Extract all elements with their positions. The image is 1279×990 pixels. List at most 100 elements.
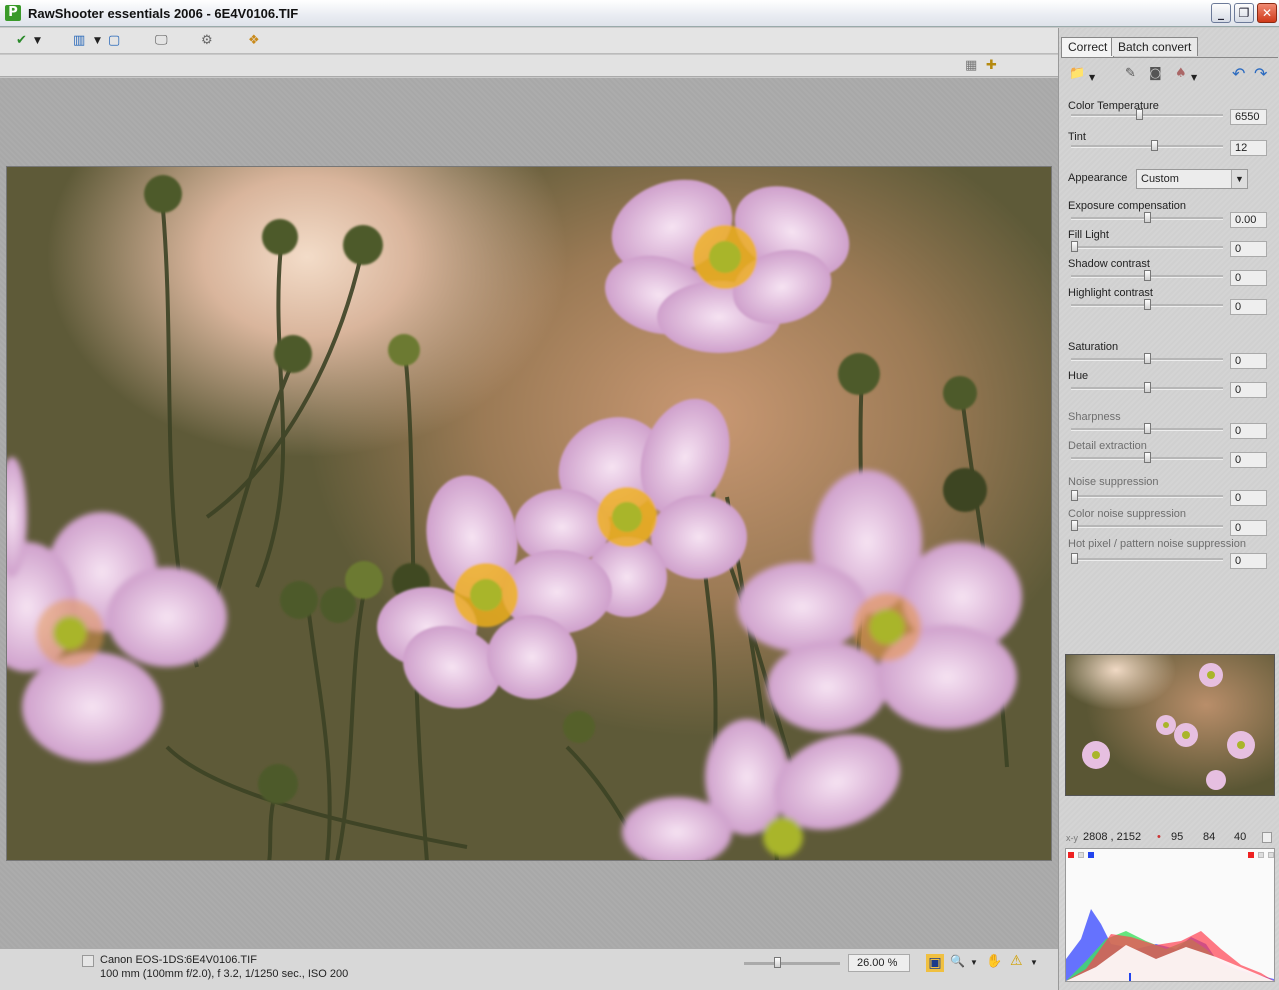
sub-toolbar: ▦ ✚ [0,55,1058,77]
layout-icon[interactable]: ▥ [73,32,85,50]
hand-icon[interactable]: ✋ [986,954,1002,969]
color-noise-label: Color noise suppression [1068,508,1187,520]
color-noise-slider[interactable] [1071,520,1223,531]
thumbnail-svg [1082,663,1255,790]
saturation-slider-thumb[interactable] [1143,353,1151,364]
flower-left-blur [7,457,227,762]
main-toolbar: ✔ ▼ ▥ ▼ ▢ 🖵 ⚙ ❖ [0,28,1058,54]
trash-icon[interactable]: ▦ [965,57,977,75]
redo-icon[interactable]: ↷ [1254,65,1267,83]
tint-value[interactable]: 12 [1230,140,1267,156]
shadow-contrast-slider[interactable] [1071,270,1223,281]
appearance-dropdown[interactable]: Custom ▼ [1136,169,1248,189]
fill-light-value[interactable]: 0 [1230,241,1267,257]
exposure-slider[interactable] [1071,212,1223,223]
chevron-down-icon[interactable]: ▼ [1030,958,1038,967]
shadow-contrast-value[interactable]: 0 [1230,270,1267,286]
color-temperature-value[interactable]: 6550 [1230,109,1267,125]
sharpness-slider[interactable] [1071,423,1223,434]
exposure-info: 100 mm (100mm f/2.0), f 3.2, 1/1250 sec.… [100,968,349,980]
chevron-down-icon[interactable]: ▼ [34,32,41,50]
chevron-down-icon[interactable]: ▼ [1089,69,1095,87]
zoom-field[interactable]: 26.00 % [848,954,910,972]
title-bar: P RawShooter essentials 2006 - 6E4V0106.… [0,0,1279,27]
zoom-icon[interactable]: 🔍 [950,954,965,968]
monitor-icon[interactable]: 🖵 [155,32,168,50]
close-button[interactable]: ✕ [1257,3,1277,23]
hue-value[interactable]: 0 [1230,382,1267,398]
photo-svg [7,175,1022,860]
zoom-slider-thumb[interactable] [774,957,781,968]
exposure-slider-thumb[interactable] [1143,212,1151,223]
file-checkbox[interactable] [82,955,94,967]
gears-icon[interactable]: ⚙ [201,32,213,50]
tint-slider[interactable] [1071,140,1223,151]
folder-icon[interactable]: 📁 [1069,65,1085,83]
tint-slider-thumb[interactable] [1150,140,1158,151]
saturation-label: Saturation [1068,341,1119,353]
dropper-icon: • [1157,831,1161,843]
saturation-value[interactable]: 0 [1230,353,1267,369]
chevron-down-icon[interactable]: ▼ [94,32,101,50]
status-bar: Canon EOS-1DS: 6E4V0106.TIF 100 mm (100m… [0,948,1058,990]
histogram [1065,848,1275,982]
single-view-icon[interactable]: ▢ [108,32,120,50]
color-noise-value[interactable]: 0 [1230,520,1267,536]
detail-extraction-label: Detail extraction [1068,440,1147,452]
shadow-contrast-slider-thumb[interactable] [1143,270,1151,281]
hot-pixel-slider[interactable] [1071,553,1223,564]
add-icon[interactable]: ✚ [986,57,997,75]
noise-suppression-slider[interactable] [1071,490,1223,501]
detail-extraction-slider-thumb[interactable] [1143,452,1151,463]
tab-correct[interactable]: Correct [1061,37,1115,57]
xy-label: x-y [1066,833,1078,843]
flower-top [604,179,850,353]
tab-batch-convert[interactable]: Batch convert [1111,37,1199,56]
green-value: 84 [1203,831,1216,843]
highlight-contrast-slider[interactable] [1071,299,1223,310]
camera-model: Canon EOS-1DS: [100,954,187,966]
fill-light-slider-thumb[interactable] [1071,241,1078,252]
highlight-contrast-value[interactable]: 0 [1230,299,1267,315]
exposure-value[interactable]: 0.00 [1230,212,1267,228]
hue-slider[interactable] [1071,382,1223,393]
photo[interactable] [6,166,1052,861]
fit-icon[interactable]: ▣ [926,954,944,972]
color-temperature-slider-thumb[interactable] [1136,109,1144,120]
appearance-value: Custom [1141,173,1179,185]
color-noise-slider-thumb[interactable] [1071,520,1078,531]
noise-suppression-label: Noise suppression [1068,476,1159,488]
chevron-down-icon[interactable]: ▼ [970,958,978,967]
fill-light-slider[interactable] [1071,241,1223,252]
hot-pixel-label: Hot pixel / pattern noise suppression [1068,538,1246,550]
highlight-contrast-slider-thumb[interactable] [1143,299,1151,310]
exposure-label: Exposure compensation [1068,200,1187,212]
histogram-plot [1066,909,1274,981]
navigator-thumbnail[interactable] [1065,654,1275,796]
maximize-button[interactable]: ❐ [1234,3,1254,23]
eyedropper-icon[interactable]: ✎ [1125,65,1136,83]
file-name: 6E4V0106.TIF [186,954,257,966]
chevron-down-icon[interactable]: ▼ [1191,69,1197,87]
noise-suppression-slider-thumb[interactable] [1071,490,1078,501]
chevron-down-icon[interactable]: ▼ [1231,170,1247,188]
check-icon[interactable]: ✔ [16,32,27,50]
sharpness-slider-thumb[interactable] [1143,423,1151,434]
sharpness-value[interactable]: 0 [1230,423,1267,439]
readout-checkbox[interactable] [1262,832,1272,843]
color-temperature-slider[interactable] [1071,109,1223,120]
hot-pixel-value[interactable]: 0 [1230,553,1267,569]
detail-extraction-value[interactable]: 0 [1230,452,1267,468]
film-icon[interactable]: ❖ [248,32,260,50]
camera-icon[interactable]: ◙ [1149,65,1162,83]
brush-icon[interactable]: ♠ [1175,65,1187,83]
detail-extraction-slider[interactable] [1071,452,1223,463]
minimize-button[interactable]: _ [1211,3,1231,23]
warning-icon[interactable]: ⚠ [1010,953,1023,969]
noise-suppression-value[interactable]: 0 [1230,490,1267,506]
saturation-slider[interactable] [1071,353,1223,364]
zoom-slider[interactable] [744,957,840,968]
undo-icon[interactable]: ↶ [1232,65,1245,83]
hue-slider-thumb[interactable] [1143,382,1151,393]
hot-pixel-slider-thumb[interactable] [1071,553,1078,564]
